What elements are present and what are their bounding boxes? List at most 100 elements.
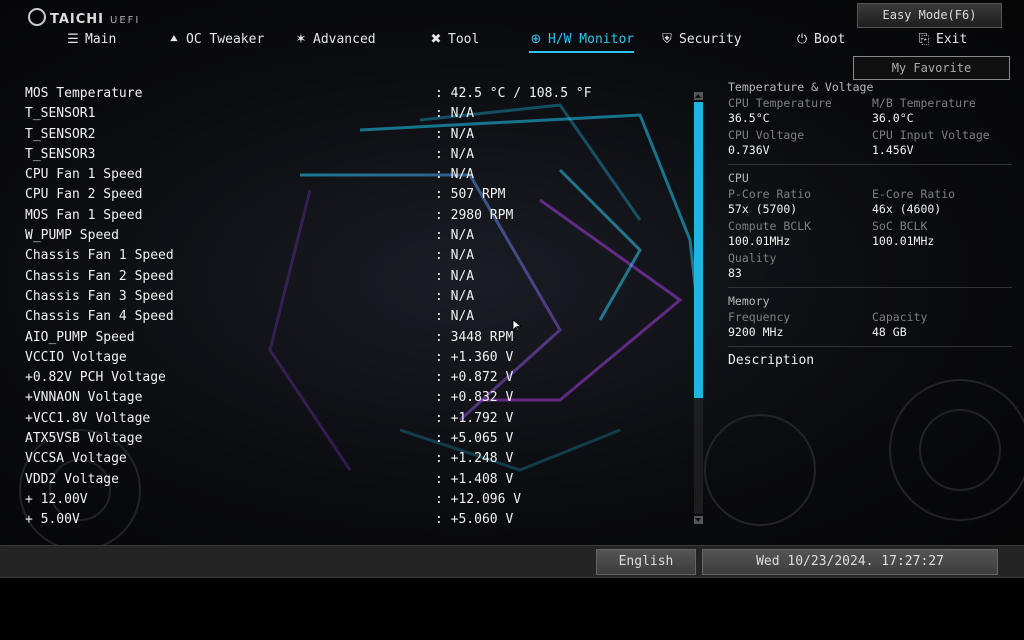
language-button[interactable]: English	[596, 549, 696, 575]
tab-main[interactable]: ☰ Main	[66, 30, 116, 50]
sensor-label: W_PUMP Speed	[25, 228, 119, 244]
tab-label: Tool	[448, 32, 480, 47]
sensor-row[interactable]: AIO_PUMP Speed: 3448 RPM	[25, 328, 685, 348]
info-value: 36.5°C	[728, 111, 770, 125]
sensor-row[interactable]: +0.82V PCH Voltage: +0.872 V	[25, 368, 685, 388]
brand-logo: TAICHI UEFI	[28, 8, 140, 27]
sensor-row[interactable]: CPU Fan 2 Speed: 507 RPM	[25, 185, 685, 205]
tab-label: H/W Monitor	[548, 32, 635, 47]
sensor-row[interactable]: Chassis Fan 1 Speed: N/A	[25, 246, 685, 266]
info-value: 0.736V	[728, 143, 770, 157]
tab-tool[interactable]: ✖ Tool	[429, 30, 480, 50]
sensor-row[interactable]: Chassis Fan 2 Speed: N/A	[25, 267, 685, 287]
sensor-value: : 42.5 °C / 108.5 °F	[435, 86, 592, 101]
memory-grid: Frequency 9200 MHz Capacity 48 GB	[728, 310, 1012, 340]
sensor-value: : N/A	[435, 228, 475, 244]
scroll-up-arrow-icon[interactable]	[694, 92, 703, 100]
sensor-value: : +12.096 V	[435, 491, 522, 507]
divider	[728, 164, 1012, 165]
info-value: 1.456V	[872, 143, 914, 157]
info-label: P-Core Ratio	[728, 187, 812, 201]
sensor-row[interactable]: ATX5VSB Voltage: +5.065 V	[25, 429, 685, 449]
info-label: CPU Temperature	[728, 96, 832, 110]
sensor-row[interactable]: +VNNAON Voltage: +0.832 V	[25, 388, 685, 408]
rocket-icon: ⯅	[168, 32, 180, 47]
star-icon: ✶	[295, 32, 307, 47]
info-cell: M/B Temperature 36.0°C	[872, 96, 1012, 126]
brand-suffix: UEFI	[110, 15, 141, 26]
info-label: CPU Input Voltage	[872, 128, 990, 142]
info-label: Frequency	[728, 310, 791, 324]
sensor-label: ATX5VSB Voltage	[25, 431, 143, 447]
sensor-label: Chassis Fan 3 Speed	[25, 288, 174, 304]
sensor-row[interactable]: Chassis Fan 3 Speed: N/A	[25, 287, 685, 307]
tab-label: Main	[85, 32, 117, 47]
sensor-row[interactable]: W_PUMP Speed : N/A	[25, 226, 685, 246]
tab-label: Security	[679, 32, 742, 47]
sensor-value: : +1.248 V	[435, 451, 514, 467]
sensor-row[interactable]: T_SENSOR3: N/A	[25, 145, 685, 165]
sensor-row[interactable]: VCCSA Voltage : +1.248 V	[25, 449, 685, 469]
sensor-value: : N/A	[435, 248, 475, 264]
info-value: 57x (5700)	[728, 202, 798, 216]
my-favorite-button[interactable]: My Favorite	[853, 56, 1010, 80]
temp-voltage-grid: CPU Temperature 36.5°C M/B Temperature 36.0…	[728, 96, 1012, 158]
cpu-grid: P-Core Ratio 57x (5700) E-Core Ratio 46x (4…	[728, 187, 1012, 281]
info-label: Quality	[728, 251, 777, 265]
scrollbar-thumb[interactable]	[694, 102, 703, 398]
sensor-label: VCCSA Voltage	[25, 451, 127, 467]
bios-screen: TAICHI UEFI Easy Mode(F6) ☰ Main ⯅ OC Tweak…	[0, 0, 1024, 545]
info-cell: Capacity 48 GB	[872, 310, 1012, 340]
sensor-label: +0.82V PCH Voltage	[25, 370, 166, 386]
sensor-label: +VCC1.8V Voltage	[25, 410, 151, 426]
sensor-row[interactable]: T_SENSOR1 : N/A	[25, 104, 685, 124]
sensor-label: MOS Temperature	[25, 86, 143, 101]
logo-mark-icon	[28, 8, 46, 26]
sensor-value: : N/A	[435, 268, 475, 284]
tab-boot[interactable]: ⏻ Boot	[795, 30, 845, 50]
sensor-row[interactable]: +VCC1.8V Voltage: +1.792 V	[25, 409, 685, 429]
info-value: 9200 MHz	[728, 325, 784, 339]
tab-label: Exit	[936, 32, 968, 47]
cpu-title: CPU	[728, 171, 749, 185]
datetime-display: Wed 10/23/2024. 17:27:27	[702, 549, 998, 575]
sensor-row[interactable]: + 12.00V : +12.096 V	[25, 490, 685, 510]
brand-name: TAICHI	[50, 12, 105, 27]
sensor-row[interactable]: VDD2 Voltage : +1.408 V	[25, 470, 685, 490]
tab-security[interactable]: ⛨ Security	[660, 30, 742, 50]
info-label: E-Core Ratio	[872, 187, 956, 201]
sensor-label: + 12.00V	[25, 491, 88, 507]
easy-mode-button[interactable]: Easy Mode(F6)	[857, 3, 1002, 28]
info-panel: Temperature & Voltage CPU Temperature 36.…	[728, 80, 1012, 368]
info-value: 83	[728, 266, 742, 280]
tools-icon: ✖	[430, 32, 442, 47]
info-cell: CPU Input Voltage 1.456V	[872, 128, 1012, 158]
sensor-value: : 507 RPM	[435, 187, 506, 203]
sensor-row[interactable]: MOS Temperature : 42.5 °C / 108.5 °F	[25, 84, 685, 104]
scroll-down-arrow-icon[interactable]	[694, 516, 703, 524]
tab-oc-tweaker[interactable]: ⯅ OC Tweaker	[167, 30, 264, 50]
sensor-value: : +1.408 V	[435, 471, 514, 487]
sensor-value: : N/A	[435, 146, 475, 162]
sensor-value: : N/A	[435, 106, 475, 122]
sensor-label: + 5.00V	[25, 512, 80, 528]
tab-exit[interactable]: ⎘ Exit	[917, 30, 968, 50]
sensor-row[interactable]: VCCIO Voltage: +1.360 V	[25, 348, 685, 368]
sensor-value: : +0.832 V	[435, 390, 514, 406]
tab-hw-monitor[interactable]: ⊕ H/W Monitor	[529, 30, 635, 53]
info-cell: E-Core Ratio 46x (4600)	[872, 187, 1012, 217]
sensor-label: VDD2 Voltage	[25, 471, 119, 487]
sensor-row[interactable]: + 5.00V: +5.060 V	[25, 510, 685, 530]
mouse-cursor-icon	[512, 319, 522, 332]
divider	[728, 346, 1012, 347]
sensor-label: T_SENSOR1	[25, 106, 96, 122]
sensor-row[interactable]: T_SENSOR2: N/A	[25, 125, 685, 145]
tab-advanced[interactable]: ✶ Advanced	[294, 30, 376, 50]
info-cell: SoC BCLK 100.01MHz	[872, 219, 1012, 249]
sensor-row[interactable]: CPU Fan 1 Speed: N/A	[25, 165, 685, 185]
sensor-row[interactable]: MOS Fan 1 Speed: 2980 RPM	[25, 206, 685, 226]
sensor-row[interactable]: Chassis Fan 4 Speed: N/A	[25, 307, 685, 327]
scrollbar[interactable]	[694, 92, 703, 524]
info-label: Compute BCLK	[728, 219, 812, 233]
sensor-label: CPU Fan 1 Speed	[25, 167, 143, 183]
